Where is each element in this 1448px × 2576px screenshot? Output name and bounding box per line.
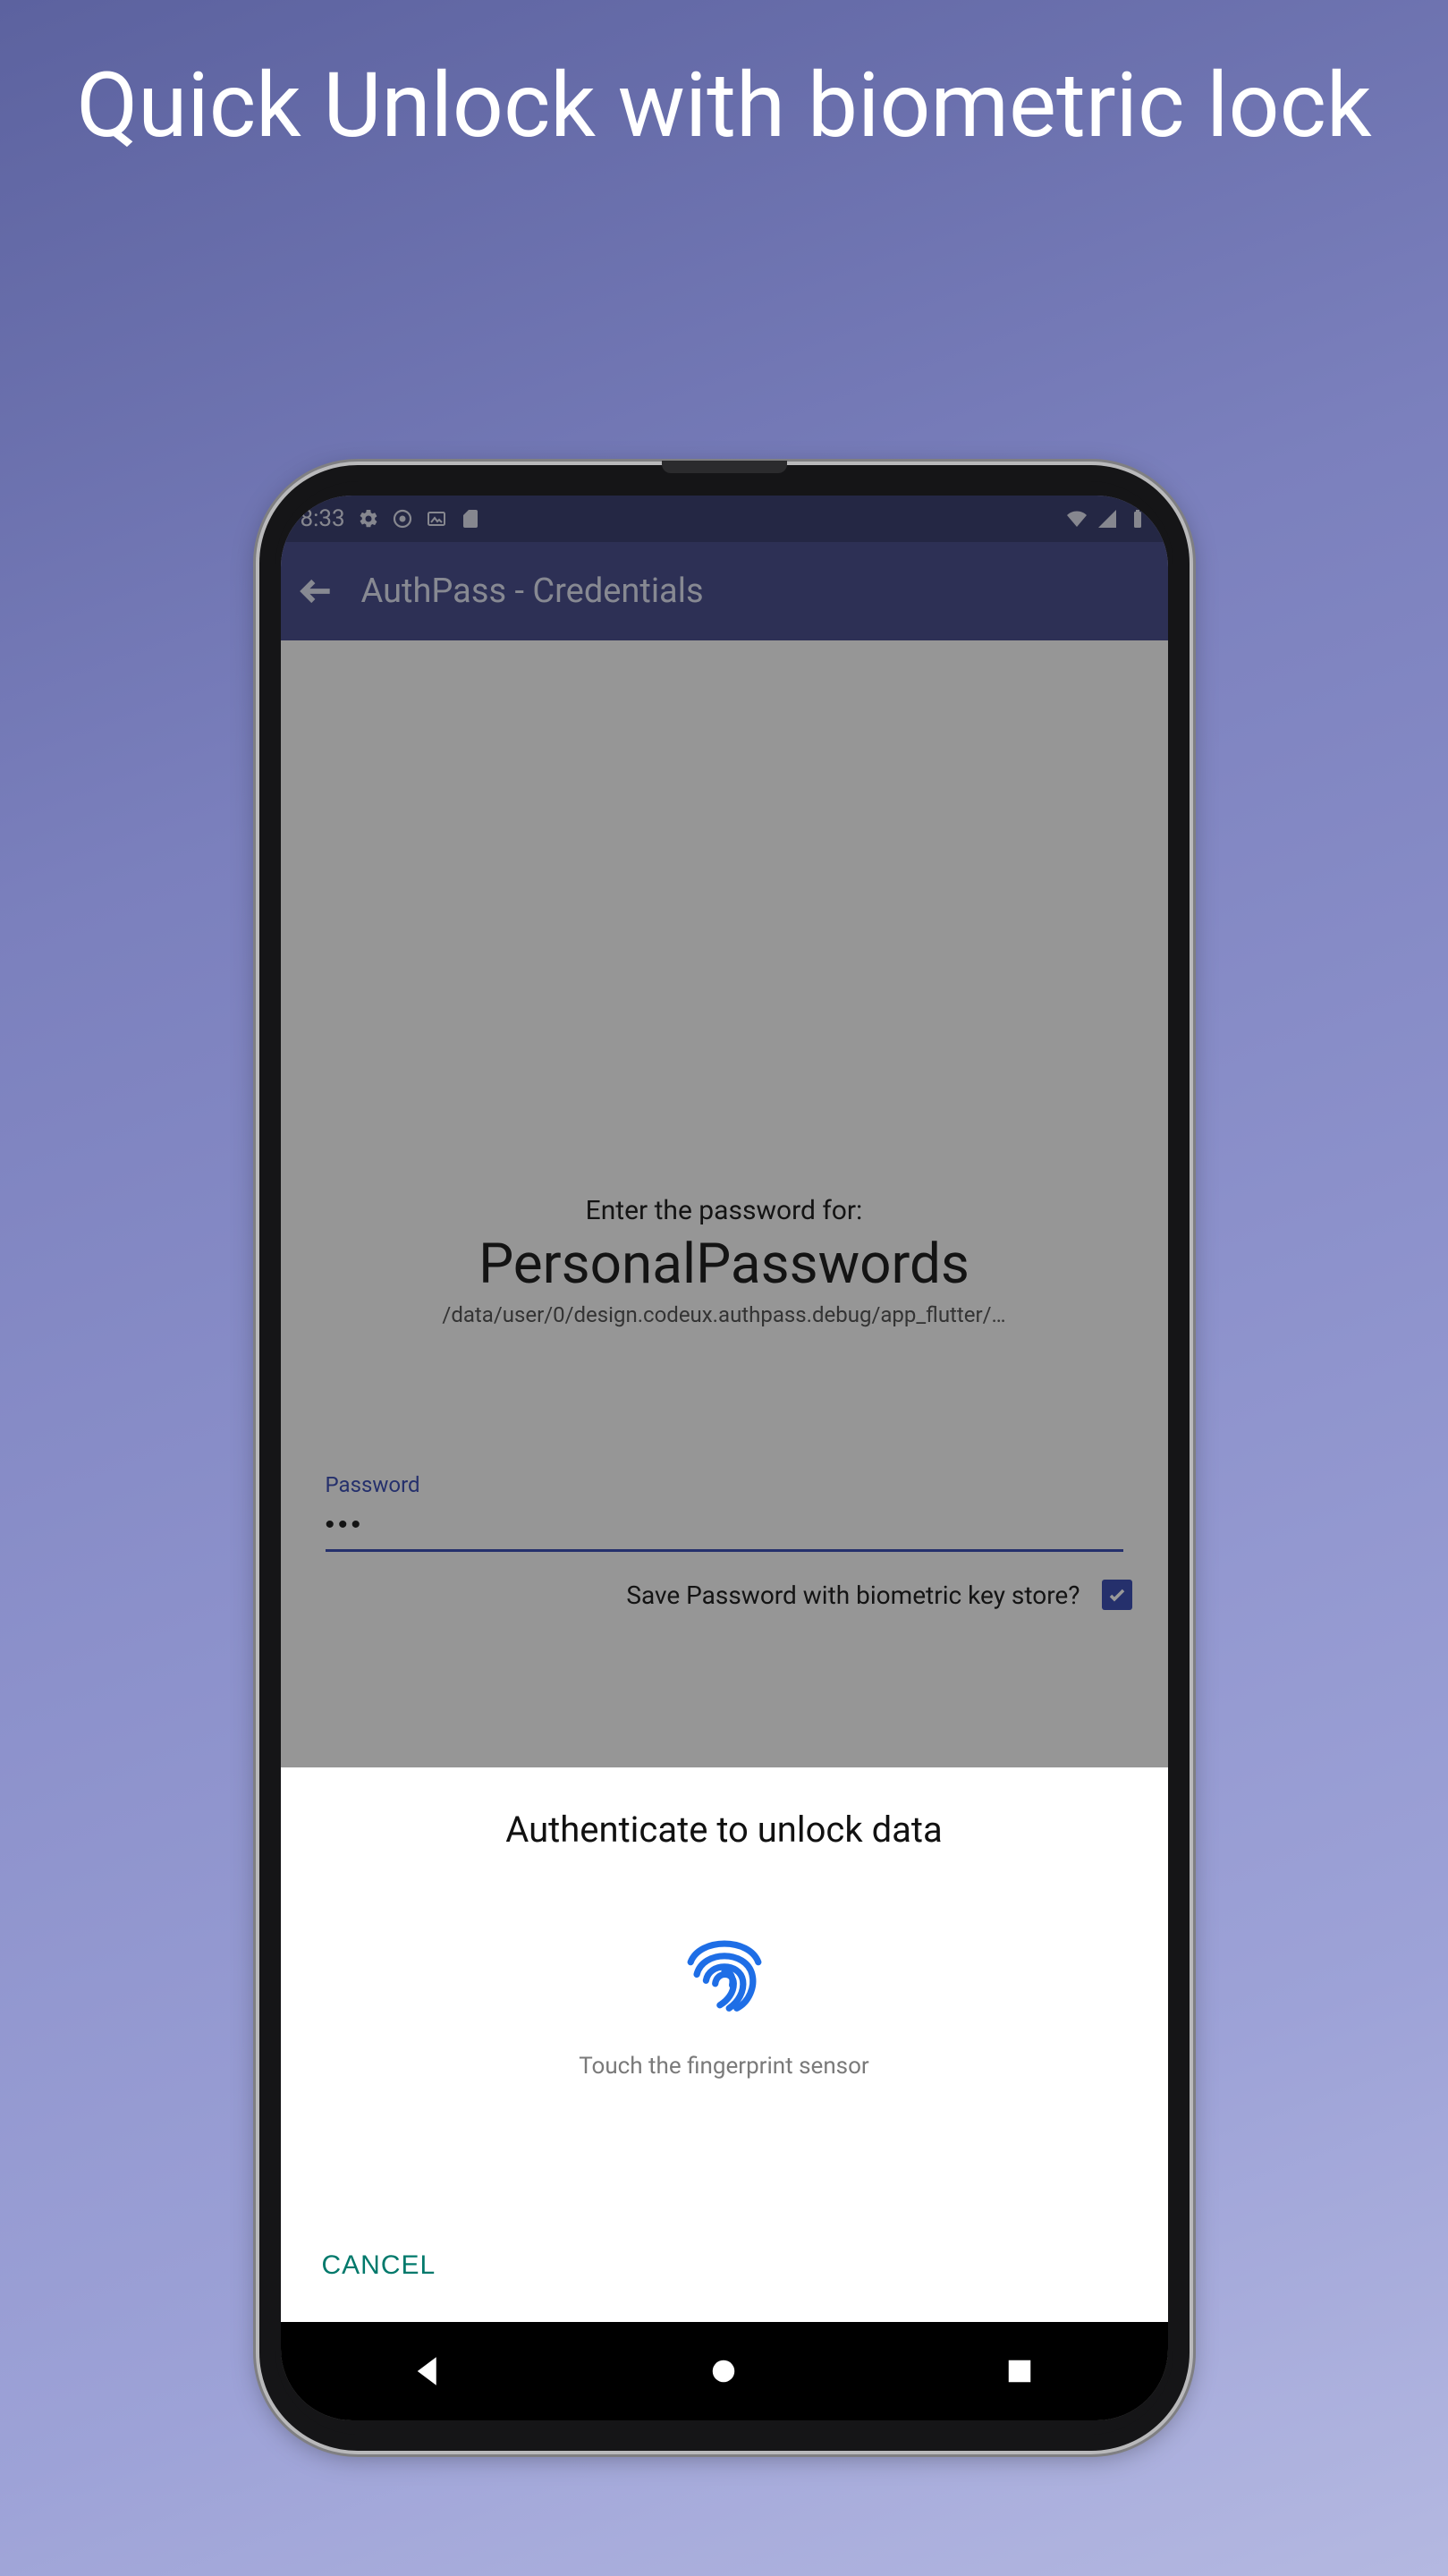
screen: 8:33 [281, 496, 1168, 2420]
sheet-title: Authenticate to unlock data [313, 1809, 1136, 1851]
biometric-bottom-sheet: Authenticate to unlock data Touch the fi… [281, 1767, 1168, 2322]
save-biometric-label: Save Password with biometric key store? [626, 1580, 1080, 1610]
password-field-label: Password [326, 1472, 1123, 1497]
image-icon [426, 508, 447, 530]
cancel-button[interactable]: CANCEL [313, 2236, 1136, 2295]
back-button[interactable] [297, 572, 336, 611]
database-name: PersonalPasswords [326, 1232, 1123, 1297]
wifi-icon [1066, 508, 1088, 530]
gear-icon [358, 508, 379, 530]
password-input[interactable] [326, 1504, 1123, 1552]
database-path: /data/user/0/design.codeux.authpass.debu… [326, 1302, 1123, 1327]
status-bar: 8:33 [281, 496, 1168, 542]
signal-icon [1097, 508, 1118, 530]
save-biometric-checkbox[interactable] [1102, 1580, 1132, 1610]
nav-recent-icon[interactable] [1001, 2352, 1038, 2390]
app-bar: AuthPass - Credentials [281, 542, 1168, 640]
speaker-grill [662, 461, 787, 473]
android-nav-bar [281, 2322, 1168, 2420]
battery-icon [1127, 508, 1148, 530]
fingerprint-hint: Touch the fingerprint sensor [313, 2053, 1136, 2080]
app-body: Enter the password for: PersonalPassword… [281, 640, 1168, 1767]
nav-home-icon[interactable] [705, 2352, 742, 2390]
status-time: 8:33 [301, 505, 345, 532]
app-dimmed-area: 8:33 [281, 496, 1168, 1767]
fingerprint-icon[interactable] [675, 1922, 774, 2021]
nav-back-icon[interactable] [410, 2352, 447, 2390]
promo-headline: Quick Unlock with biometric lock [0, 54, 1448, 159]
app-bar-title: AuthPass - Credentials [361, 572, 704, 611]
device-frame: 8:33 [259, 465, 1190, 2451]
sd-card-icon [460, 508, 481, 530]
target-icon [392, 508, 413, 530]
enter-password-label: Enter the password for: [326, 1195, 1123, 1226]
